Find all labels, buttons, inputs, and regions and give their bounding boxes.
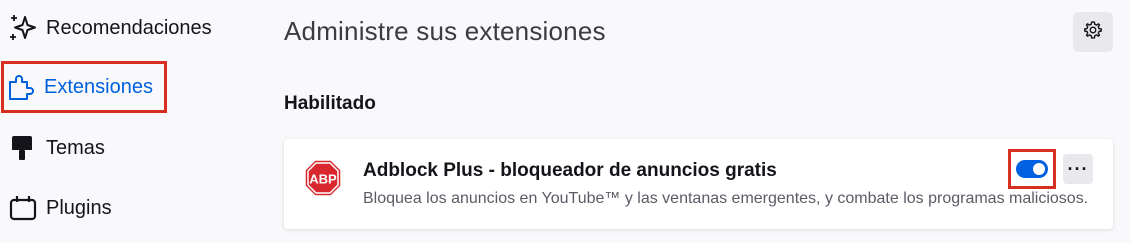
paintbrush-icon (6, 131, 40, 165)
section-heading-enabled: Habilitado (284, 93, 376, 114)
sidebar-item-label: Recomendaciones (46, 16, 212, 39)
sidebar: Recomendaciones Extensiones Temas Plugin… (0, 0, 212, 243)
settings-button[interactable] (1073, 12, 1113, 52)
addon-card[interactable]: ABP Adblock Plus - bloqueador de anuncio… (284, 139, 1113, 229)
addon-name[interactable]: Adblock Plus - bloqueador de anuncios gr… (363, 160, 777, 182)
addon-description: Bloquea los anuncios en YouTube™ y las v… (363, 190, 1089, 207)
sidebar-item-plugins[interactable]: Plugins (4, 186, 112, 230)
sidebar-item-recomendaciones[interactable]: Recomendaciones (4, 6, 212, 50)
page-title: Administre sus extensiones (284, 16, 606, 46)
abp-icon-text: ABP (309, 172, 337, 187)
sidebar-item-label: Plugins (46, 196, 112, 219)
plugin-icon (6, 191, 40, 225)
toggle-knob (1033, 163, 1045, 175)
enable-toggle[interactable] (1016, 160, 1048, 178)
sidebar-item-extensiones[interactable]: Extensiones (1, 61, 167, 113)
sparkles-icon (6, 11, 40, 45)
toggle-highlight (1008, 149, 1056, 189)
gear-icon (1083, 20, 1103, 45)
sidebar-item-label: Temas (46, 136, 105, 159)
puzzle-icon (4, 70, 38, 104)
sidebar-item-label: Extensiones (44, 75, 153, 98)
more-options-button[interactable]: ··· (1063, 154, 1093, 184)
abp-icon: ABP (304, 159, 342, 197)
sidebar-item-temas[interactable]: Temas (4, 126, 105, 170)
